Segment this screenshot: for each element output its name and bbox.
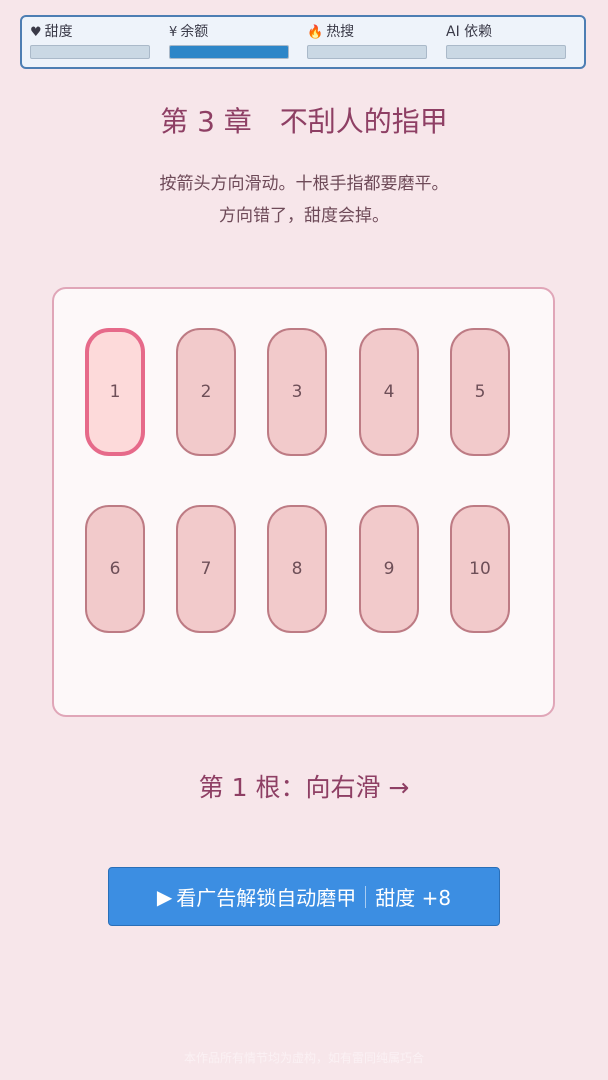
nail-2[interactable]: 2 [176, 328, 236, 456]
nail-10[interactable]: 10 [450, 505, 510, 633]
watch-ad-label: 看广告解锁自动磨甲 [176, 886, 357, 910]
play-icon: ▶ [156, 884, 173, 909]
nail-8[interactable]: 8 [267, 505, 327, 633]
footer-disclaimer: 本作品所有情节均为虚构，如有雷同纯属巧合 [183, 1051, 424, 1065]
nail-5[interactable]: 5 [450, 328, 510, 456]
heart-icon: ♥ [30, 25, 42, 40]
nail-9[interactable]: 9 [359, 505, 419, 633]
stat-balance-bar [169, 45, 289, 59]
instruction-line-1: 按箭头方向滑动。十根手指都要磨平。 [159, 174, 449, 194]
nail-board: 1 2 3 4 5 6 7 8 9 10 [52, 287, 555, 717]
stat-trending-bar [307, 45, 427, 59]
nail-7[interactable]: 7 [176, 505, 236, 633]
nail-3[interactable]: 3 [267, 328, 327, 456]
stat-sweetness-label: ♥ 甜度 [30, 24, 73, 40]
stat-trending-label: 🔥 热搜 [307, 24, 355, 40]
stat-ai-reliance-bar [446, 45, 566, 59]
chapter-title: 第 3 章 不刮人的指甲 [160, 105, 448, 138]
stat-balance-label: ¥ 余额 [169, 24, 209, 40]
nail-1[interactable]: 1 [85, 328, 145, 456]
swipe-prompt: 第 1 根：向右滑 → [198, 773, 410, 802]
watch-ad-button[interactable]: ▶ 看广告解锁自动磨甲 甜度 +8 [108, 867, 500, 926]
button-divider [365, 885, 367, 908]
instruction-line-2: 方向错了，甜度会掉。 [219, 206, 389, 226]
sweetness-bonus: 甜度 +8 [375, 886, 452, 910]
stat-ai-reliance-label: AI 依赖 [446, 24, 493, 40]
fire-icon: 🔥 [307, 25, 324, 40]
stat-sweetness-bar [30, 45, 150, 59]
nail-6[interactable]: 6 [85, 505, 145, 633]
stats-bar: ♥ 甜度 ¥ 余额 🔥 热搜 AI 依赖 [20, 15, 586, 69]
yen-icon: ¥ [169, 25, 178, 40]
nail-4[interactable]: 4 [359, 328, 419, 456]
